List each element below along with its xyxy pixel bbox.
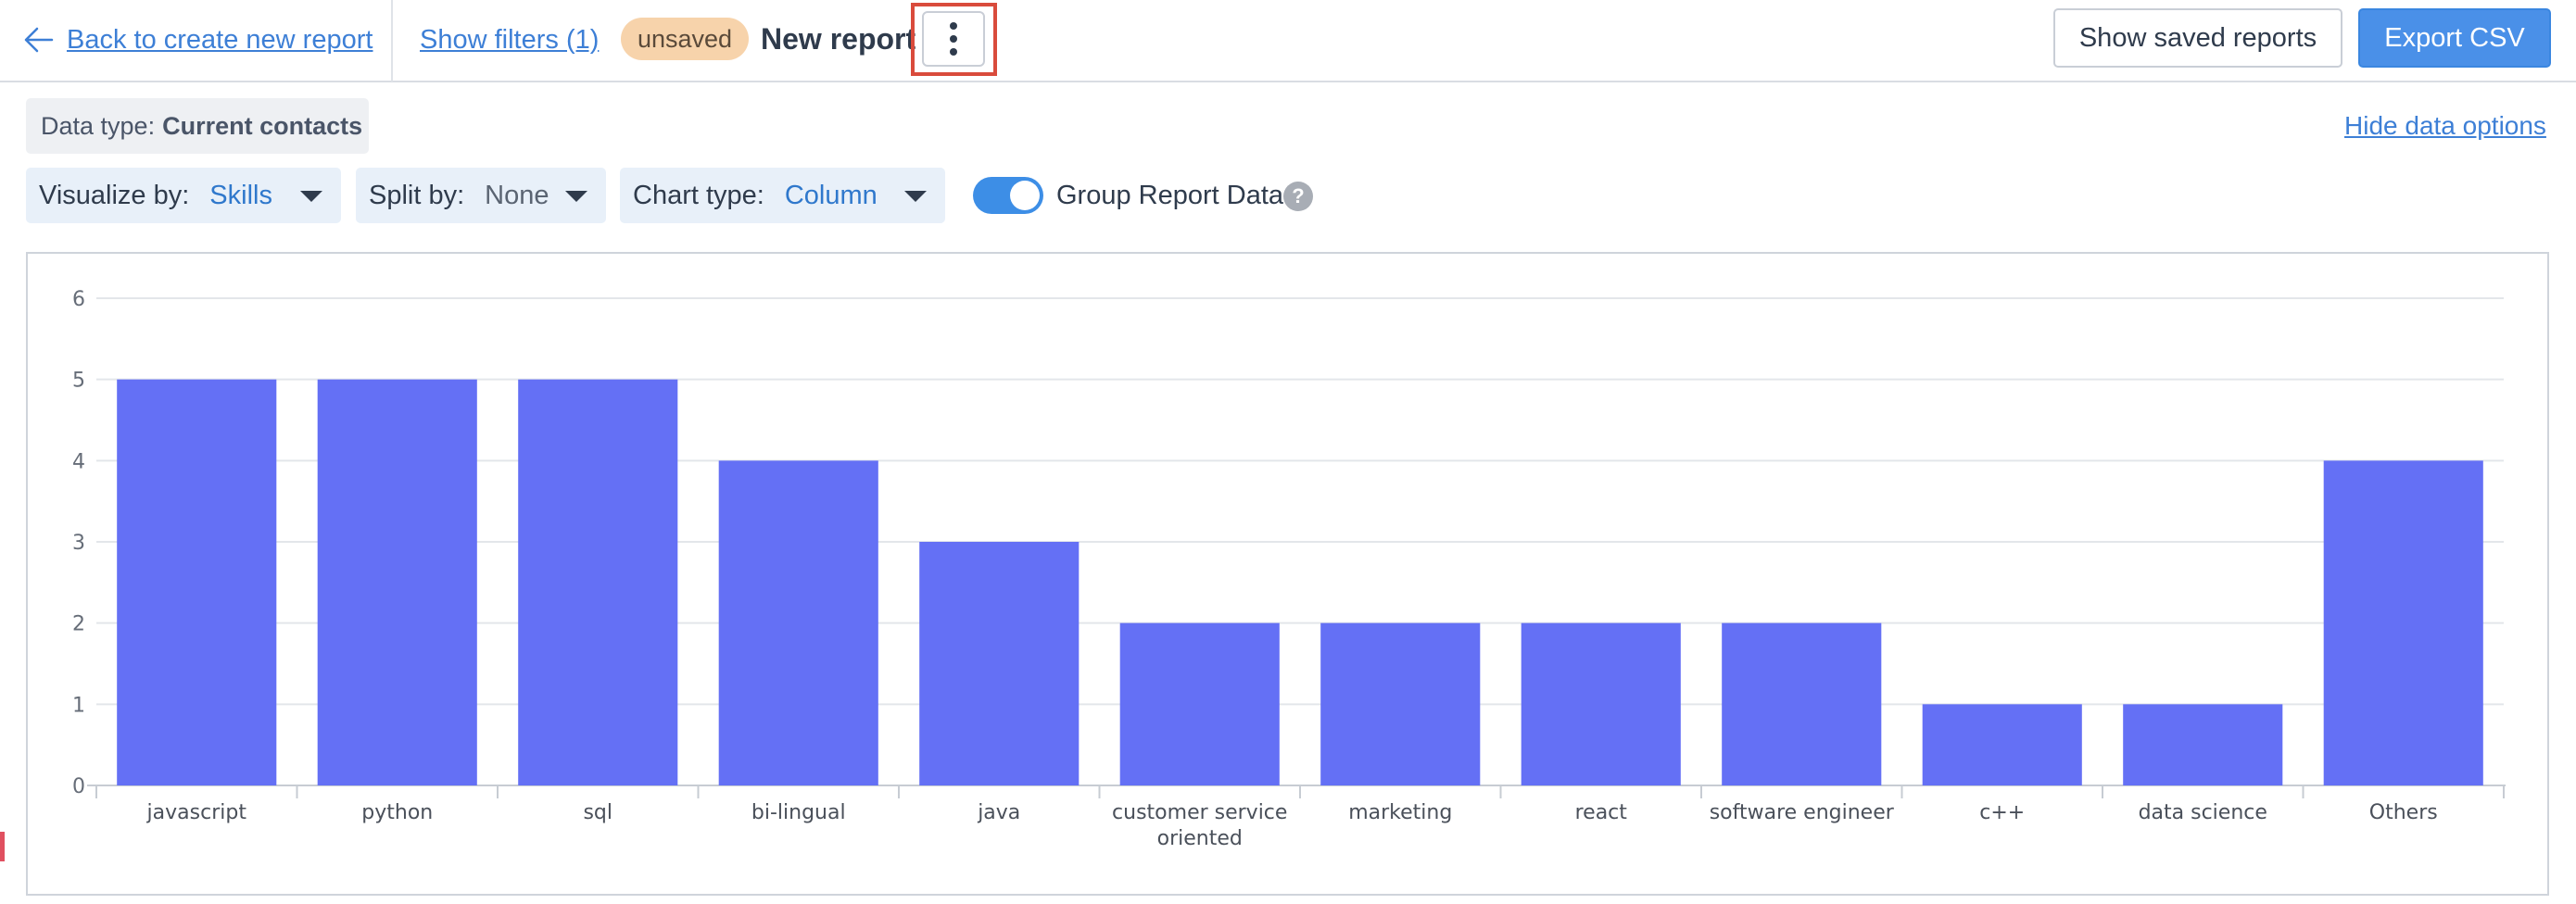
show-saved-reports-button[interactable]: Show saved reports (2053, 8, 2342, 68)
x-tick-label: bi-lingual (751, 801, 846, 824)
x-tick-label: oriented (1157, 827, 1243, 850)
split-by-select[interactable]: Split by: None (356, 168, 606, 223)
edge-marker (0, 832, 5, 861)
data-type-label: Data type: (41, 111, 156, 140)
x-tick-label: software engineer (1710, 801, 1895, 824)
x-tick-label: react (1575, 801, 1628, 824)
arrow-left-icon (24, 27, 54, 53)
group-report-data-toggle[interactable] (973, 177, 1043, 214)
group-report-data-label: Group Report Data (1056, 180, 1284, 210)
kebab-icon (950, 22, 957, 30)
bar (1922, 704, 2082, 785)
divider (391, 0, 393, 82)
x-tick-label: Others (2369, 801, 2438, 824)
bar (919, 542, 1080, 785)
bar (2123, 704, 2283, 785)
visualize-by-label: Visualize by: (39, 180, 190, 210)
export-csv-button[interactable]: Export CSV (2358, 8, 2551, 68)
kebab-icon-dot (950, 35, 957, 43)
x-tick-label: javascript (146, 801, 247, 824)
bar (718, 460, 878, 785)
visualize-by-value: Skills (209, 180, 272, 210)
data-type-value: Current contacts (162, 111, 363, 140)
bar (317, 379, 477, 785)
caret-down-icon (904, 191, 927, 202)
chart-type-label: Chart type: (633, 180, 764, 210)
x-tick-label: python (361, 801, 433, 824)
bar (2323, 460, 2483, 785)
x-tick-label: sql (583, 801, 612, 824)
bar (518, 379, 678, 785)
y-tick-label: 5 (72, 370, 85, 393)
x-tick-label: customer service (1112, 801, 1287, 824)
bar (117, 379, 277, 785)
chart-type-select[interactable]: Chart type: Column (620, 168, 945, 223)
chart-type-value: Column (784, 180, 878, 210)
x-tick-label: java (977, 801, 1020, 824)
back-to-create-report-link[interactable]: Back to create new report (22, 20, 373, 59)
toggle-knob (1010, 181, 1040, 210)
status-badge: unsaved (621, 18, 749, 60)
y-tick-label: 2 (72, 613, 85, 636)
x-tick-label: data science (2139, 801, 2267, 824)
more-options-button[interactable] (922, 11, 985, 67)
bar (1119, 622, 1280, 785)
bar (1521, 622, 1681, 785)
show-filters-link[interactable]: Show filters (1) (420, 20, 599, 59)
top-bar: Back to create new report Show filters (… (0, 0, 2576, 82)
split-by-label: Split by: (369, 180, 465, 210)
chart-container: 0 1 2 3 4 5 6 javascript python sql bi-lingual java… (26, 252, 2549, 896)
help-icon[interactable]: ? (1283, 182, 1313, 211)
visualize-by-select[interactable]: Visualize by: Skills (26, 168, 341, 223)
y-tick-label: 1 (72, 694, 85, 717)
hide-data-options-link[interactable]: Hide data options (2344, 107, 2546, 144)
y-tick-label: 6 (72, 288, 85, 311)
kebab-icon-dot (950, 48, 957, 56)
y-tick-label: 0 (72, 775, 85, 798)
x-tick-label: marketing (1348, 801, 1452, 824)
split-by-value: None (485, 180, 549, 210)
y-tick-label: 4 (72, 450, 85, 473)
report-title: New report (761, 21, 916, 56)
x-tick-label: c++ (1979, 801, 2025, 824)
bar (1320, 622, 1481, 785)
y-tick-label: 3 (72, 532, 85, 555)
caret-down-icon (565, 191, 587, 202)
column-chart: 0 1 2 3 4 5 6 javascript python sql bi-lingual java… (72, 288, 2506, 850)
bar (1722, 622, 1882, 785)
data-type-pill: Data type: Current contacts (26, 98, 369, 154)
caret-down-icon (300, 191, 322, 202)
back-link-label: Back to create new report (67, 24, 373, 55)
